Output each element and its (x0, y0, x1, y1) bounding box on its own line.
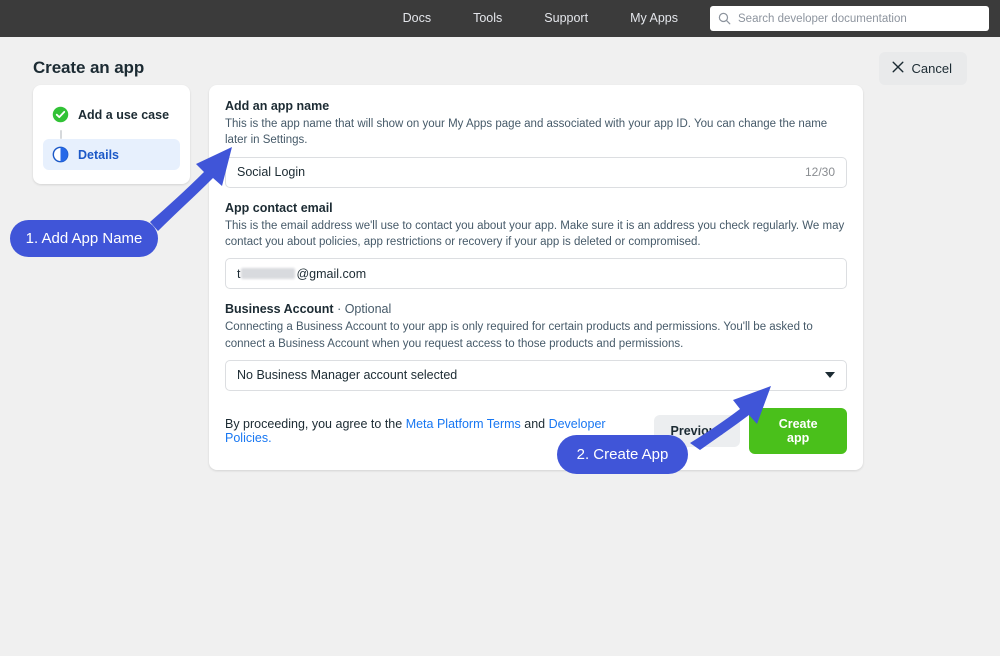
business-account-label: Business Account · Optional (225, 302, 847, 316)
close-icon (892, 61, 904, 76)
top-navigation-bar: Docs Tools Support My Apps Search develo… (0, 0, 1000, 37)
redacted-block (241, 267, 296, 279)
legal-prefix: By proceeding, you agree to the (225, 416, 406, 431)
cancel-button-label: Cancel (911, 60, 952, 76)
email-prefix: t (237, 266, 241, 281)
app-name-input-value: Social Login (237, 165, 306, 180)
callout-add-app-name[interactable]: 1. Add App Name (10, 220, 158, 257)
email-suffix: @gmail.com (296, 266, 367, 281)
details-form-card: Add an app name This is the app name tha… (209, 85, 863, 470)
page-title: Create an app (33, 58, 145, 77)
business-account-select[interactable]: No Business Manager account selected (225, 359, 847, 391)
app-name-label: Add an app name (225, 99, 330, 113)
sidebar-item-details[interactable]: Details (43, 139, 180, 170)
steps-sidebar: Add a use case Details (33, 85, 190, 184)
sidebar-item-add-a-use-case[interactable]: Add a use case (43, 99, 180, 130)
search-icon (718, 12, 731, 25)
contact-email-description: This is the email address we'll use to c… (225, 219, 845, 248)
legal-middle: and (520, 416, 549, 431)
business-account-description: Connecting a Business Account to your ap… (225, 321, 813, 350)
cancel-button[interactable]: Cancel (878, 51, 967, 85)
check-circle-icon (52, 106, 69, 123)
step-connector (60, 130, 62, 139)
business-account-selected-value: No Business Manager account selected (237, 368, 458, 383)
page-header: Create an app Cancel (0, 37, 1000, 85)
contact-email-input-value: t @gmail.com (237, 267, 366, 281)
half-circle-icon (52, 146, 69, 163)
nav-link-docs[interactable]: Docs (382, 0, 452, 37)
meta-platform-terms-link[interactable]: Meta Platform Terms (406, 417, 521, 431)
app-name-char-count: 12/30 (804, 165, 835, 180)
app-name-field-group: Add an app name This is the app name tha… (225, 99, 847, 188)
search-placeholder: Search developer documentation (738, 12, 907, 25)
app-name-description: This is the app name that will show on y… (225, 118, 828, 147)
contact-email-input[interactable]: t @gmail.com (225, 258, 847, 290)
business-account-field-group: Business Account · Optional Connecting a… (225, 302, 847, 391)
search-input[interactable]: Search developer documentation (710, 6, 989, 31)
nav-link-tools[interactable]: Tools (452, 0, 523, 37)
callout-create-app[interactable]: 2. Create App (557, 435, 688, 474)
business-account-label-text: Business Account (225, 302, 334, 317)
form-footer: By proceeding, you agree to the Meta Pla… (225, 407, 847, 454)
nav-link-support[interactable]: Support (523, 0, 609, 37)
create-app-button[interactable]: Create app (749, 407, 847, 454)
contact-email-label: App contact email (225, 200, 333, 215)
content-area: Add a use case Details Add an app name T… (0, 85, 1000, 470)
sidebar-item-label: Add a use case (78, 107, 170, 122)
chevron-down-icon (825, 372, 835, 379)
contact-email-field-group: App contact email This is the email addr… (225, 201, 847, 290)
nav-links: Docs Tools Support My Apps (382, 0, 699, 37)
sidebar-item-label: Details (78, 147, 119, 162)
business-account-optional-tag: · Optional (337, 302, 392, 317)
nav-link-my-apps[interactable]: My Apps (609, 0, 699, 37)
app-name-input[interactable]: Social Login 12/30 (225, 156, 847, 188)
